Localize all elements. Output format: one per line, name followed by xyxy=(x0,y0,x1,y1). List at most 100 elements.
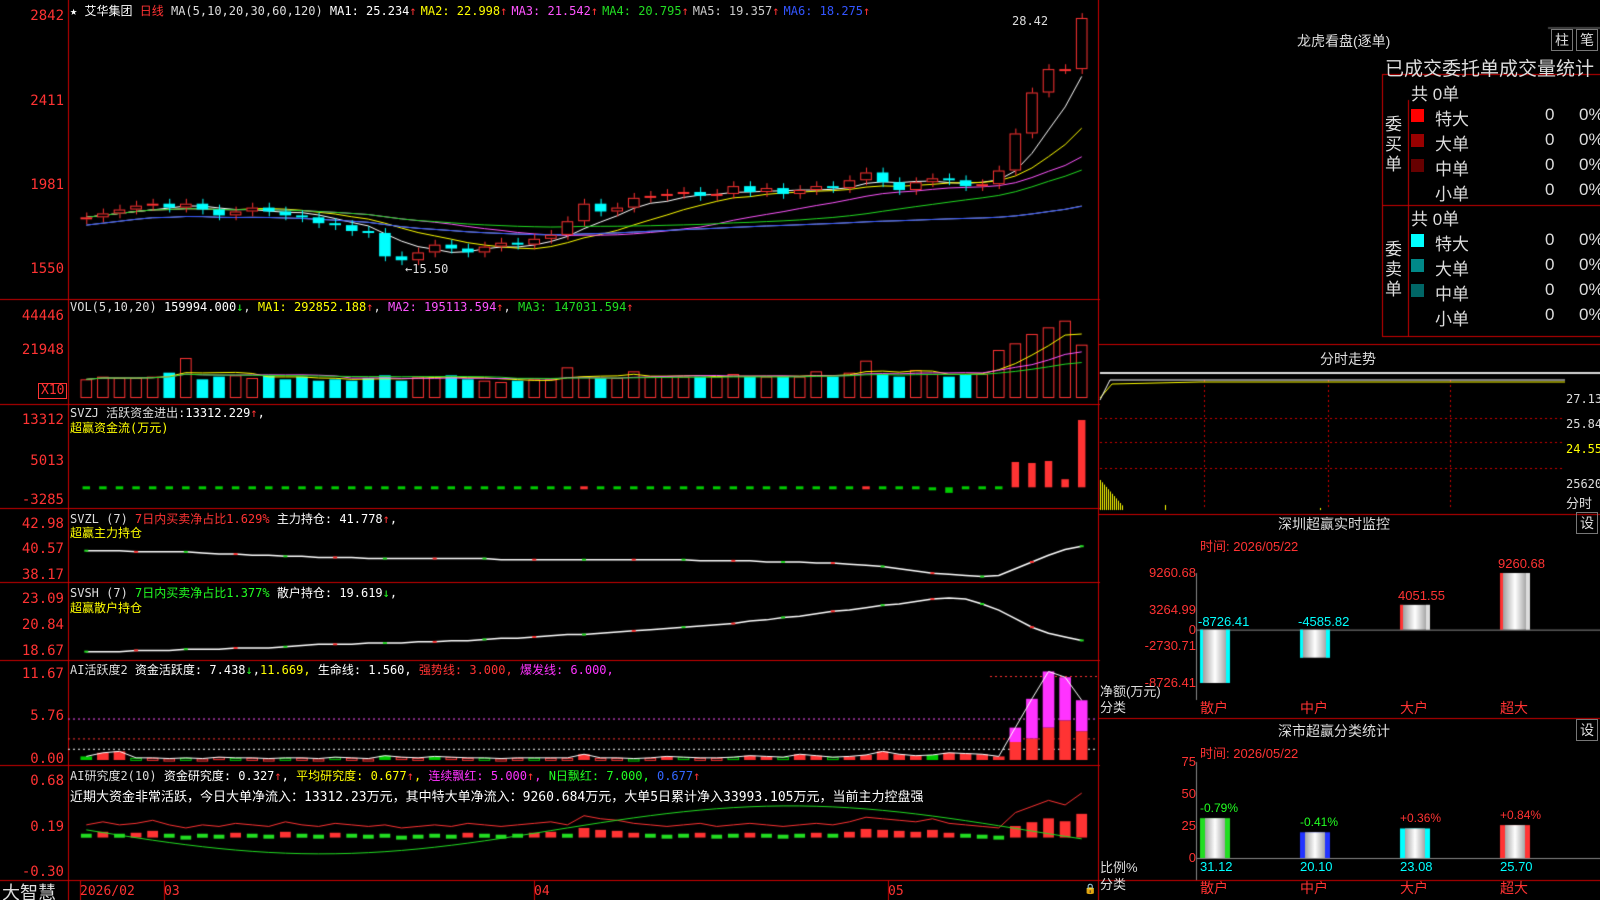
stat-xlabel: 分类 xyxy=(1100,877,1127,892)
monitor-time: 时间: 2026/05/22 xyxy=(1200,539,1299,554)
buy-row-2: 大单 0 0% xyxy=(1411,130,1600,154)
buy-value-2: 0 xyxy=(1545,130,1555,149)
ma-arrow-3: ↑ xyxy=(590,4,599,18)
vol-items: , MA1: 292852.188↑, MA2: 195113.594↑, MA… xyxy=(243,300,634,314)
research-t3: 连续飘红: xyxy=(428,769,484,783)
stat-change-4: +0.84% xyxy=(1500,808,1542,823)
monitor-bar-label-2: -4585.82 xyxy=(1298,613,1350,629)
sell-value-1: 0 xyxy=(1545,230,1555,249)
bar-view-button[interactable]: 柱 xyxy=(1551,29,1573,51)
vol-label: VOL(5,10,20) xyxy=(70,300,157,314)
buy-swatch-3 xyxy=(1411,159,1424,172)
ai-burst-label: 爆发线: xyxy=(519,663,564,677)
vol-ma-arrow-3: ↑ xyxy=(626,300,634,314)
monitor-cat-2: 中户 xyxy=(1300,700,1328,716)
research-t2: 平均研究度: xyxy=(296,769,364,783)
sell-value-3: 0 xyxy=(1545,280,1555,299)
period-label[interactable]: 日线 xyxy=(140,4,164,18)
price-axis-3: 1981 xyxy=(30,177,64,193)
monitor-cat-4: 超大 xyxy=(1500,700,1528,716)
stat-cat-1: 散户 xyxy=(1200,880,1228,896)
ma-item-1: MA1: 25.234 xyxy=(329,4,410,18)
ma-item-5: MA5: 19.357 xyxy=(692,4,773,18)
stat-settings-button[interactable]: 设 xyxy=(1576,719,1598,741)
stat-cat-2: 中户 xyxy=(1300,880,1328,896)
research-axis-1: 0.68 xyxy=(30,773,64,789)
research-t1: 资金研究度: xyxy=(163,769,232,783)
sell-side-label: 委卖单 xyxy=(1385,240,1402,299)
vol-panel-header: VOL(5,10,20) 159994.000↓, MA1: 292852.18… xyxy=(70,300,634,314)
stats-tab[interactable]: 已成交委托单成交量统计 xyxy=(1385,54,1594,81)
stock-chart-canvas[interactable] xyxy=(0,0,1600,900)
svzl-subtitle: 超赢主力持仓 xyxy=(70,526,143,540)
monitor-xlabel: 分类 xyxy=(1100,700,1127,715)
sell-row-3: 中单 0 0% xyxy=(1411,280,1600,304)
stat-axis-3: 25 xyxy=(1181,818,1196,833)
ts-axis-3: 24.55 xyxy=(1566,442,1600,456)
research-t4: N日飘红: xyxy=(548,769,600,783)
svsh-text: 散户持仓: xyxy=(276,586,333,600)
svzj-sep: , xyxy=(257,406,265,420)
ts-unit: 分时 xyxy=(1566,496,1593,511)
svzl-axis-2: 40.57 xyxy=(21,541,64,557)
stat-value-3: 23.08 xyxy=(1400,859,1433,874)
svzj-value: 13312.229 xyxy=(185,406,251,420)
ma-item-6: MA6: 18.275 xyxy=(783,4,863,18)
buy-row-3: 中单 0 0% xyxy=(1411,155,1600,179)
ma-arrow-4: ↑ xyxy=(681,4,689,18)
ai-strong-value: 3.000 xyxy=(469,663,506,677)
date-label-2: 03 xyxy=(164,884,180,899)
ai-life-label: 生命线: xyxy=(317,663,362,677)
monitor-cat-1: 散户 xyxy=(1200,700,1228,716)
ts-axis-2: 25.84 xyxy=(1566,417,1600,431)
research-sep4: , xyxy=(642,769,650,783)
ma-arrow-6: ↑ xyxy=(863,4,871,18)
svzj-axis-2: 5013 xyxy=(30,453,64,469)
vol-ma-3: MA3: 147031.594 xyxy=(518,300,627,314)
sell-label-2: 大单 xyxy=(1435,260,1469,279)
ai-sep5: , xyxy=(606,663,614,677)
lock-icon[interactable]: 🔒 xyxy=(1084,884,1096,895)
research-sep3: , xyxy=(534,769,542,783)
buy-label-1: 特大 xyxy=(1435,110,1469,129)
stock-name[interactable]: 艾华集团 xyxy=(84,4,132,18)
research-axis-3: -0.30 xyxy=(21,864,64,880)
stat-title: 深市超赢分类统计 xyxy=(1278,723,1390,739)
monitor-cat-3: 大户 xyxy=(1400,700,1428,716)
ai-label: AI活跃度2 xyxy=(70,663,128,677)
monitor-axis-1: 9260.68 xyxy=(1149,565,1196,580)
sell-row-4: 小单 0 0% xyxy=(1411,305,1600,329)
price-axis-1: 2842 xyxy=(30,8,64,24)
ma-label: MA(5,10,20,30,60,120) xyxy=(170,4,323,18)
svzl-axis-3: 38.17 xyxy=(21,567,64,583)
svsh-arrow: ↓ xyxy=(382,586,390,600)
buy-value-3: 0 xyxy=(1545,155,1555,174)
ma-item-3: MA3: 21.542 xyxy=(511,4,591,18)
buy-label-2: 大单 xyxy=(1435,135,1469,154)
research-v2: 0.677 xyxy=(370,769,407,783)
stat-axis-1: 75 xyxy=(1181,754,1196,769)
buy-pct-3: 0% xyxy=(1579,155,1600,174)
stat-value-1: 31.12 xyxy=(1200,859,1233,874)
buy-value-4: 0 xyxy=(1545,180,1555,199)
ai-sep2: , xyxy=(303,663,311,677)
ai-header: AI活跃度2 资金活跃度: 7.438↓,11.669, 生命线: 1.560,… xyxy=(70,661,614,678)
star-icon: ★ xyxy=(70,4,78,18)
sell-swatch-1 xyxy=(1411,234,1424,247)
stat-value-2: 20.10 xyxy=(1300,859,1333,874)
svsh-axis-3: 18.67 xyxy=(21,643,64,659)
svsh-value: 19.619 xyxy=(339,586,383,600)
svzl-sep: , xyxy=(389,512,398,526)
research-sep1: , xyxy=(281,769,289,783)
monitor-settings-button[interactable]: 设 xyxy=(1576,512,1598,534)
low-price-label: ←15.50 xyxy=(405,262,449,276)
timeshare-title: 分时走势 xyxy=(1320,351,1376,367)
svzl-ratio: 7日内买卖净占比1.629% xyxy=(135,512,270,526)
research-v4: 7.000 xyxy=(606,769,643,783)
sell-swatch-2 xyxy=(1411,259,1424,272)
buy-total: 共 0单 xyxy=(1411,85,1460,104)
sell-pct-2: 0% xyxy=(1579,255,1600,274)
ai-strong-label: 强势线: xyxy=(418,663,463,677)
pen-view-button[interactable]: 笔 xyxy=(1576,29,1598,51)
svsh-sep: , xyxy=(389,586,398,600)
